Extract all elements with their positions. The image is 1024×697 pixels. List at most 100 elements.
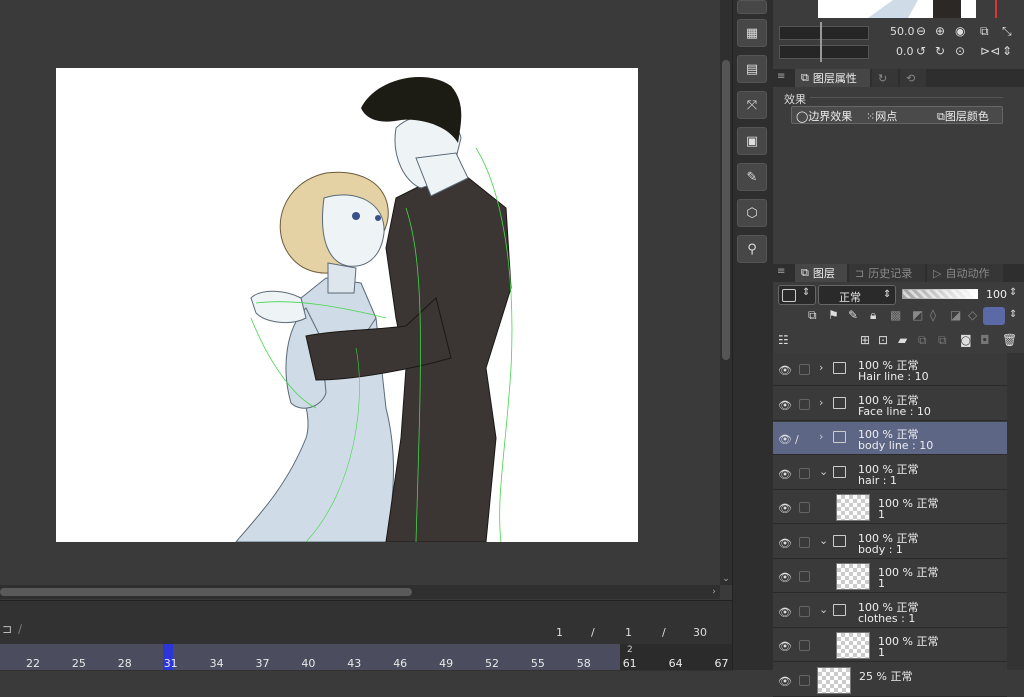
- lock-checkbox[interactable]: [799, 640, 810, 651]
- eye-icon[interactable]: 👁︎: [778, 537, 792, 550]
- tone-icon[interactable]: ▦: [737, 19, 767, 47]
- chevron-right-icon[interactable]: ›: [819, 396, 823, 409]
- tone-effect-button[interactable]: ⁙网点: [866, 108, 897, 124]
- border-effect-button[interactable]: ◯边界效果: [796, 108, 852, 124]
- lock-checkbox[interactable]: [799, 536, 810, 548]
- zoom-slider-handle[interactable]: [820, 22, 822, 42]
- blend-mode-select[interactable]: 正常 ⇕: [818, 285, 896, 305]
- zoom-slider[interactable]: [779, 26, 869, 40]
- lock-checkbox[interactable]: [799, 605, 810, 617]
- layer-property-icon[interactable]: ▤: [737, 55, 767, 83]
- fit-window-icon[interactable]: ⧉: [980, 24, 989, 39]
- pencil-icon[interactable]: ∕: [18, 622, 22, 636]
- tab-layer[interactable]: ⧉ 图层: [795, 264, 847, 282]
- reference-icon[interactable]: ⚑: [828, 308, 839, 322]
- artboard[interactable]: [56, 68, 638, 542]
- opacity-stepper-icon[interactable]: ⇕: [1009, 287, 1017, 298]
- layer-row[interactable]: 👁︎ 100 % 正常 1: [773, 560, 1007, 593]
- color-icon[interactable]: ◪: [950, 308, 961, 322]
- eye-icon[interactable]: 👁︎: [778, 468, 792, 481]
- layer-row[interactable]: 👁︎ 25 % 正常: [773, 664, 1007, 697]
- chevron-right-icon[interactable]: ›: [819, 430, 823, 443]
- navigator-preview[interactable]: [818, 0, 976, 18]
- layer-list-menu-icon[interactable]: ☷: [778, 333, 789, 347]
- expand-icon[interactable]: ⤡: [1002, 24, 1012, 39]
- horizontal-scroll-thumb[interactable]: [0, 588, 412, 596]
- strip-button-top[interactable]: [737, 0, 767, 14]
- new-folder-icon[interactable]: ▰: [898, 333, 907, 347]
- trash-icon[interactable]: 🗑︎: [1002, 333, 1017, 347]
- chevron-down-icon[interactable]: ⌄: [819, 534, 828, 547]
- chevron-down-icon[interactable]: ⌄: [819, 603, 828, 616]
- cel-icon[interactable]: ⊐: [2, 622, 12, 636]
- rotate-right-icon[interactable]: ↻: [935, 44, 945, 58]
- eye-icon[interactable]: 👁︎: [778, 571, 792, 584]
- edit-icon[interactable]: ✎: [737, 163, 767, 191]
- layer-row[interactable]: 👁︎ 100 % 正常 1: [773, 491, 1007, 524]
- new-raster-layer-icon[interactable]: ⊞: [860, 333, 870, 347]
- zoom-out-icon[interactable]: ⊖: [916, 24, 926, 38]
- layer-color-button[interactable]: ⧉图层颜色: [937, 108, 989, 124]
- reset-rotation-icon[interactable]: ⊙: [955, 44, 965, 58]
- eye-icon[interactable]: 👁︎: [778, 433, 792, 446]
- clip-icon[interactable]: ⧉: [808, 308, 817, 323]
- transform-icon[interactable]: ⤧: [737, 91, 767, 119]
- lock-checkbox[interactable]: [799, 364, 810, 375]
- layer-row[interactable]: 👁︎ ∕ › 100 % 正常 body line : 10: [773, 422, 1007, 455]
- layer-list-scrollbar[interactable]: [1007, 353, 1024, 670]
- zoom-in-icon[interactable]: ⊕: [935, 24, 945, 38]
- layer-name: clothes : 1: [858, 611, 916, 625]
- layer-color-swatch[interactable]: [983, 307, 1005, 325]
- eye-icon[interactable]: 👁︎: [778, 675, 792, 688]
- layer-row[interactable]: 👁︎ ⌄ 100 % 正常 clothes : 1: [773, 595, 1007, 628]
- eye-icon[interactable]: 👁︎: [778, 364, 792, 377]
- vertical-scroll-thumb[interactable]: [722, 60, 730, 360]
- layer-row[interactable]: 👁︎ ⌄ 100 % 正常 hair : 1: [773, 457, 1007, 490]
- lock-checkbox[interactable]: [799, 398, 810, 410]
- swatch-stepper-icon[interactable]: ⇕: [1009, 309, 1017, 320]
- tab-tool-property[interactable]: ⟲: [900, 69, 926, 87]
- 3d-object-icon[interactable]: ⬡: [737, 199, 767, 227]
- apply-mask-icon[interactable]: ◘: [980, 333, 990, 347]
- lock-transparent-icon[interactable]: ▩: [890, 308, 901, 322]
- lock-checkbox[interactable]: [799, 467, 810, 479]
- lock-checkbox[interactable]: [799, 502, 810, 513]
- eye-icon[interactable]: 👁︎: [778, 502, 792, 515]
- rotation-slider-handle[interactable]: [820, 42, 822, 62]
- draft-icon[interactable]: ✎: [848, 308, 858, 322]
- flip-horizontal-icon[interactable]: ⊳⊲: [980, 44, 1000, 58]
- layer-panel-menu-icon[interactable]: ≡: [777, 266, 785, 277]
- scroll-down-arrow-icon[interactable]: ⌄: [720, 573, 732, 585]
- fit-icon[interactable]: ◉: [955, 24, 965, 38]
- ruler-icon[interactable]: ◊: [930, 308, 936, 322]
- mask-icon[interactable]: ◩: [912, 308, 923, 322]
- eye-icon[interactable]: 👁︎: [778, 399, 792, 412]
- layer-mask-icon[interactable]: ◙: [960, 333, 972, 347]
- figure-icon[interactable]: ⚲: [737, 235, 767, 263]
- transfer-icon[interactable]: ⧉: [918, 333, 927, 348]
- panel-menu-icon[interactable]: ≡: [777, 71, 785, 82]
- tab-sub-tool[interactable]: ↻: [872, 69, 898, 87]
- lock-checkbox[interactable]: [799, 674, 810, 686]
- tab-auto-action[interactable]: ▷ 自动动作: [927, 264, 1003, 282]
- new-vector-layer-icon[interactable]: ⊡: [878, 333, 888, 347]
- rotation-slider[interactable]: [779, 45, 869, 59]
- layer-row[interactable]: 👁︎ › 100 % 正常 Face line : 10: [773, 388, 1007, 421]
- layer-row[interactable]: 👁︎ 100 % 正常 1: [773, 629, 1007, 662]
- navigator-icon[interactable]: ▣: [737, 127, 767, 155]
- expression-icon[interactable]: ◇: [968, 308, 977, 322]
- chevron-right-icon[interactable]: ›: [819, 361, 823, 374]
- flip-vertical-icon[interactable]: ⇕: [1002, 44, 1012, 58]
- rotate-left-icon[interactable]: ↺: [916, 44, 926, 58]
- layer-row[interactable]: 👁︎ › 100 % 正常 Hair line : 10: [773, 353, 1007, 386]
- lock-checkbox[interactable]: [799, 571, 810, 582]
- tab-history[interactable]: ⊐ 历史记录: [849, 264, 925, 282]
- layer-row[interactable]: 👁︎ ⌄ 100 % 正常 body : 1: [773, 526, 1007, 559]
- eye-icon[interactable]: 👁︎: [778, 606, 792, 619]
- lock-icon[interactable]: 🔒︎: [870, 308, 876, 323]
- chevron-down-icon[interactable]: ⌄: [819, 465, 828, 478]
- scroll-right-arrow-icon[interactable]: ›: [708, 585, 720, 599]
- eye-icon[interactable]: 👁︎: [778, 640, 792, 653]
- merge-icon[interactable]: ⧉: [938, 333, 947, 348]
- tab-layer-property[interactable]: ⧉ 图层属性: [795, 69, 870, 87]
